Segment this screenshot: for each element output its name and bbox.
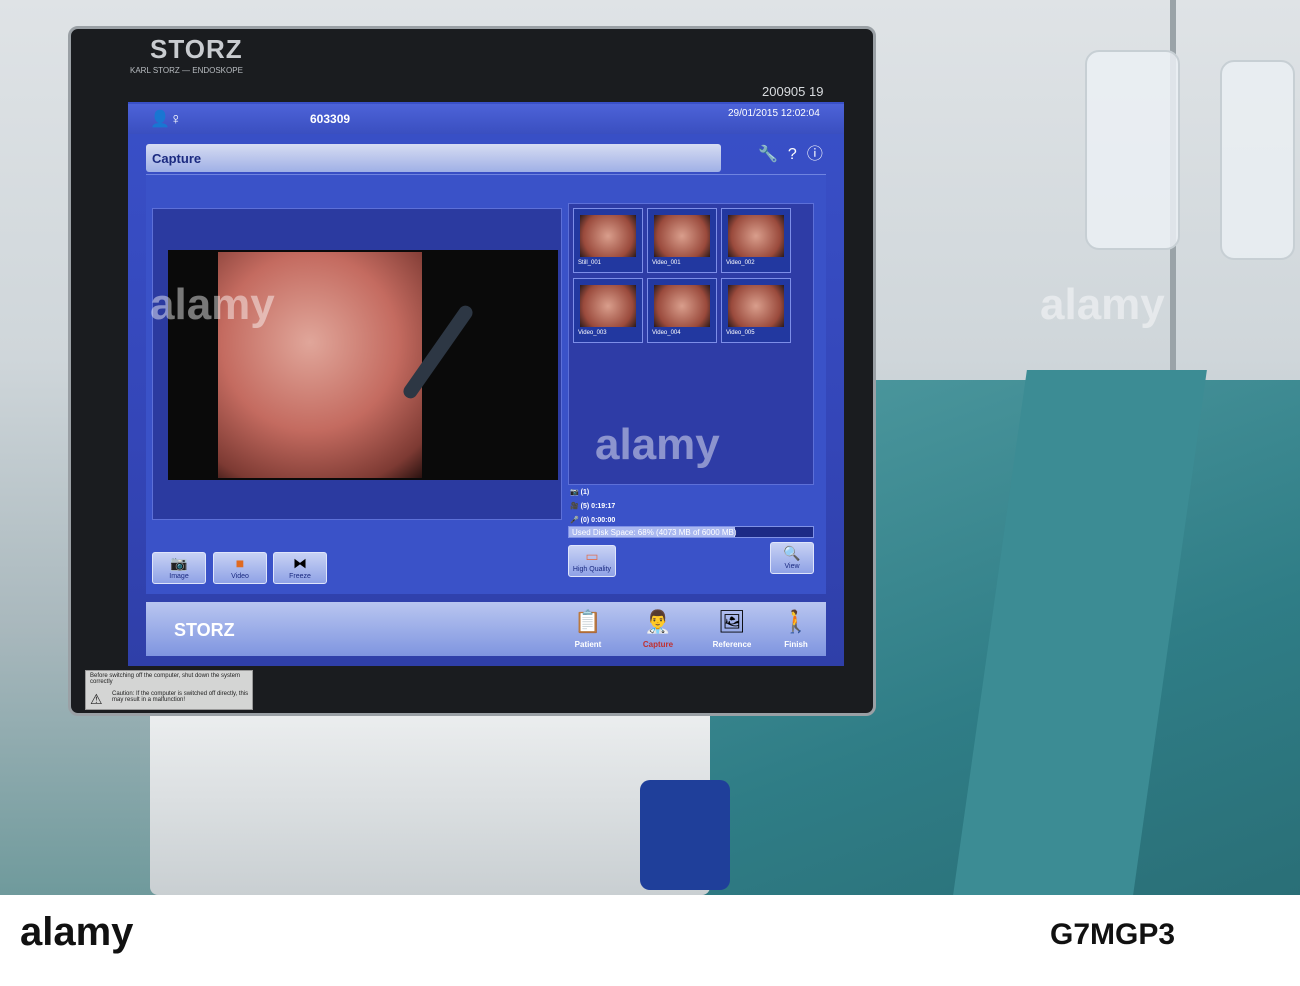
thumbnail-label: Video_003 [578,330,607,336]
magnifier-icon: 🔍 [783,545,801,561]
view-button-label: View [784,563,800,570]
reference-images-icon: 🖼 [718,609,746,634]
video-button-label: Video [231,573,249,580]
videos-count-text: (5) 0:19:17 [580,503,616,510]
alamy-logo: alamy [20,910,134,954]
image-button[interactable]: 📷 Image [152,552,206,584]
thumbnail-image [654,215,710,257]
bottom-navigation: STORZ 📋 Patient 👨‍⚕️ Capture 🖼 Reference 🚶 F… [146,602,826,656]
thumbnail[interactable]: Video_002 [721,208,791,273]
storz-logo: STORZ [174,620,235,640]
thumbnail-image [654,285,710,327]
nav-patient-label: Patient [574,640,602,649]
page-title: Capture [152,151,202,166]
thumbnail-label: Still_001 [578,260,602,266]
video-button[interactable]: ■ Video [213,552,267,584]
monitor-brand: STORZ [150,34,243,64]
disk-usage-bar: Used Disk Space: 68% (4073 MB of 6000 MB… [568,526,814,538]
disk-usage-text: Used Disk Space: 68% (4073 MB of 6000 MB… [572,528,737,537]
thumbnail-image [728,215,784,257]
high-quality-button[interactable]: ▭ High Quality [568,545,616,577]
thumbnail-image [580,285,636,327]
stills-count: 📷 (1) [570,489,590,496]
nav-reference[interactable]: 🖼 Reference [698,604,766,654]
image-button-label: Image [169,573,189,580]
equipment-cart [150,700,710,895]
thumbnail-label: Video_002 [726,260,755,266]
thumbnail[interactable]: Video_003 [573,278,643,343]
watermark: alamy [1040,280,1165,329]
iv-bag [1220,60,1295,260]
thumbnail-label: Video_005 [726,330,755,336]
nav-capture-label: Capture [642,640,674,649]
patient-icon: 📋 [574,609,602,634]
stills-count-text: (1) [580,489,590,496]
high-quality-label: High Quality [572,566,612,573]
thumbnail-image [580,215,636,257]
nav-finish-label: Finish [784,640,808,649]
thumbnail-image [728,285,784,327]
screen: 👤♀ 603309 29/01/2015 12:02:04 Capture 🔧?… [128,80,844,666]
quality-icon: ▭ [585,548,599,564]
thumbnail[interactable]: Video_004 [647,278,717,343]
audio-count: 🎤 (0) 0:00:00 [570,517,616,524]
nav-reference-label: Reference [712,640,752,649]
audio-count-text: (0) 0:00:00 [580,517,616,524]
watermark: alamy [150,280,275,329]
nav-capture[interactable]: 👨‍⚕️ Capture [624,604,692,654]
capture-header: Capture [146,144,721,172]
camera-icon: 📷 [170,555,188,571]
help-icon[interactable]: ? [788,146,807,163]
info-icon[interactable]: ⓘ [807,146,833,163]
patient-gender-icon: 👤♀ [150,111,182,128]
top-bar: 👤♀ 603309 29/01/2015 12:02:04 [128,104,844,134]
iv-bag [1085,50,1180,250]
finish-icon: 🚶 [782,609,810,634]
wrench-icon[interactable]: 🔧 [758,146,788,163]
freeze-icon: ⧓ [293,555,307,571]
caution-sticker: Before switching off the computer, shut … [85,670,253,710]
datetime: 29/01/2015 12:02:04 [728,108,820,119]
thumbnail-label: Video_004 [652,330,681,336]
videos-count: 🎥 (5) 0:19:17 [570,503,616,510]
warning-icon: ⚠ [90,691,103,707]
nav-finish[interactable]: 🚶 Finish [762,604,830,654]
nav-patient[interactable]: 📋 Patient [554,604,622,654]
cart-panel [640,780,730,890]
thumbnail[interactable]: Still_001 [573,208,643,273]
freeze-button-label: Freeze [289,573,311,580]
sticker-caution: Caution: If the computer is switched off… [112,691,249,703]
view-button[interactable]: 🔍 View [770,542,814,574]
monitor-serial: 200905 19 [762,84,824,99]
image-id: G7MGP3 [1050,918,1176,951]
surgeons-icon: 👨‍⚕️ [644,609,672,634]
thumbnail[interactable]: Video_001 [647,208,717,273]
sticker-text: Before switching off the computer, shut … [90,673,240,685]
watermark: alamy [595,420,720,469]
monitor-brand-sub: KARL STORZ — ENDOSKOPE [130,66,243,75]
freeze-button[interactable]: ⧓ Freeze [273,552,327,584]
thumbnail[interactable]: Video_005 [721,278,791,343]
thumbnail-label: Video_001 [652,260,681,266]
video-camera-icon: ■ [235,555,245,571]
patient-id: 603309 [310,112,351,126]
